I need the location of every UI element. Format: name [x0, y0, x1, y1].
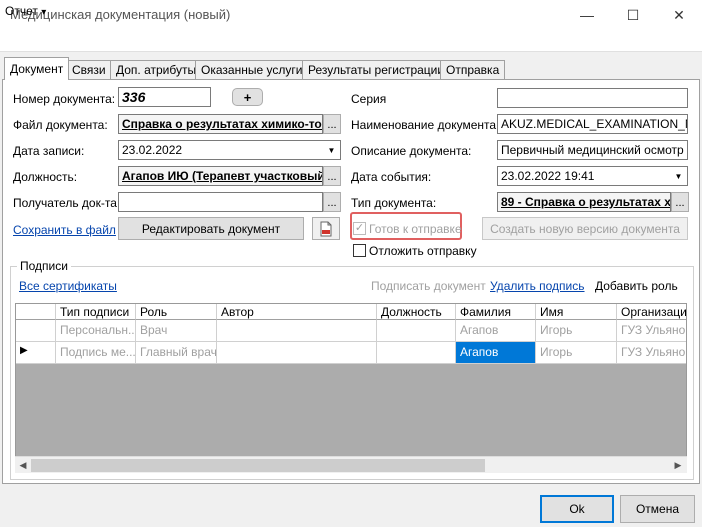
edit-document-button[interactable]: Редактировать документ [118, 217, 304, 240]
position-label: Должность: [13, 170, 78, 184]
ready-to-send-label: Готов к отправке [369, 222, 462, 236]
column-header-indicator [16, 304, 56, 320]
recipient-input[interactable] [118, 192, 323, 212]
table-cell-organization[interactable]: ГУЗ Ульянов [617, 320, 686, 342]
chevron-down-icon: ▾ [41, 7, 47, 18]
doc-type-label: Тип документа: [351, 196, 437, 210]
recipient-browse-button[interactable]: ... [323, 192, 341, 212]
doc-type-browse-button[interactable]: ... [671, 192, 689, 212]
doc-file-input[interactable]: Справка о результатах химико-ток [118, 114, 323, 134]
series-label: Серия [351, 92, 387, 106]
tab-links[interactable]: Связи [66, 60, 112, 79]
create-new-version-button[interactable]: Создать новую версию документа [482, 217, 688, 240]
row-indicator[interactable] [16, 320, 56, 342]
pdf-button[interactable] [312, 217, 340, 240]
tab-document[interactable]: Документ [4, 57, 70, 80]
doc-file-browse-button[interactable]: ... [323, 114, 341, 134]
record-date-picker[interactable]: 23.02.2022 ▼ [118, 140, 341, 160]
table-cell-first-name[interactable]: Игорь [536, 342, 617, 364]
table-cell-organization[interactable]: ГУЗ Ульянов [617, 342, 686, 364]
column-header-role[interactable]: Роль [136, 304, 217, 320]
close-button[interactable]: ✕ [656, 0, 702, 30]
tab-extra-attributes[interactable]: Доп. атрибуты [110, 60, 203, 79]
doc-name-label: Наименование документа: [351, 118, 500, 132]
doc-file-label: Файл документа: [13, 118, 108, 132]
ok-button[interactable]: Ok [540, 495, 614, 523]
all-certificates-link[interactable]: Все сертификаты [19, 279, 117, 293]
doc-number-input[interactable]: 336 [118, 87, 211, 107]
table-cell-first-name[interactable]: Игорь [536, 320, 617, 342]
doc-number-label: Номер документа: [13, 92, 116, 106]
scroll-left-icon[interactable]: ◀ [15, 457, 31, 474]
record-date-label: Дата записи: [13, 144, 85, 158]
menu-bar [0, 30, 702, 52]
scroll-right-icon[interactable]: ▶ [670, 457, 686, 474]
postpone-send-label: Отложить отправку [369, 244, 477, 258]
column-header-first-name[interactable]: Имя [536, 304, 617, 320]
chevron-down-icon[interactable]: ▼ [671, 168, 686, 184]
series-input[interactable] [497, 88, 688, 108]
table-cell-role[interactable]: Врач [136, 320, 217, 342]
table-cell-position[interactable] [377, 342, 456, 364]
table-cell-author[interactable] [217, 342, 377, 364]
table-cell-position[interactable] [377, 320, 456, 342]
scrollbar-thumb[interactable] [31, 459, 485, 472]
recipient-label: Получатель док-та [13, 196, 117, 210]
maximize-icon: ☐ [626, 6, 640, 23]
minimize-icon: — [580, 7, 594, 23]
table-cell-type[interactable]: Подпись ме... [56, 342, 136, 364]
doc-desc-label: Описание документа: [351, 144, 472, 158]
column-header-author[interactable]: Автор [217, 304, 377, 320]
postpone-send-checkbox[interactable] [353, 244, 366, 257]
sign-document-button[interactable]: Подписать документ [371, 279, 486, 293]
event-date-value: 23.02.2022 19:41 [501, 169, 595, 183]
menu-report[interactable]: Отчет ▾ [5, 4, 46, 18]
row-indicator-current[interactable]: ▶ [16, 342, 56, 364]
event-date-label: Дата события: [351, 170, 432, 184]
table-cell-type[interactable]: Персональн... [56, 320, 136, 342]
column-header-position[interactable]: Должность [377, 304, 456, 320]
table-cell-author[interactable] [217, 320, 377, 342]
cancel-button[interactable]: Отмена [620, 495, 695, 523]
column-header-last-name[interactable]: Фамилия [456, 304, 536, 320]
horizontal-scrollbar[interactable]: ◀ ▶ [15, 456, 687, 473]
pdf-document-icon [320, 221, 332, 236]
tab-sending[interactable]: Отправка [440, 60, 506, 79]
table-cell-last-name-selected[interactable]: Агапов [456, 342, 536, 364]
event-date-picker[interactable]: 23.02.2022 19:41 ▼ [497, 166, 688, 186]
minimize-button[interactable]: — [564, 0, 610, 30]
signatures-group-title: Подписи [17, 259, 71, 273]
menu-report-label: Отчет [5, 4, 38, 18]
column-header-organization[interactable]: Организация [617, 304, 686, 320]
delete-signature-link[interactable]: Удалить подпись [490, 279, 585, 293]
close-icon: ✕ [673, 6, 685, 23]
table-cell-role[interactable]: Главный врач [136, 342, 217, 364]
chevron-down-icon[interactable]: ▼ [324, 142, 339, 158]
doc-name-input[interactable]: AKUZ.MEDICAL_EXAMINATION_MAI [497, 114, 688, 134]
signatures-table: Тип подписи Роль Автор Должность Фамилия… [15, 303, 687, 473]
add-button[interactable]: + [232, 88, 263, 106]
record-date-value: 23.02.2022 [122, 143, 183, 157]
tab-registration-results[interactable]: Результаты регистрации [302, 60, 451, 79]
position-input[interactable]: Агапов ИЮ (Терапевт участковый) [118, 166, 323, 186]
tab-services[interactable]: Оказанные услуги [195, 60, 309, 79]
save-to-file-link[interactable]: Сохранить в файл [13, 223, 116, 237]
position-browse-button[interactable]: ... [323, 166, 341, 186]
table-cell-last-name[interactable]: Агапов [456, 320, 536, 342]
doc-desc-input[interactable]: Первичный медицинский осмотр [497, 140, 688, 160]
doc-type-input[interactable]: 89 - Справка о результатах х [497, 192, 671, 212]
maximize-button[interactable]: ☐ [610, 0, 656, 30]
ready-to-send-checkbox[interactable]: ✓ [353, 222, 366, 235]
add-role-button[interactable]: Добавить роль [595, 279, 678, 293]
column-header-signature-type[interactable]: Тип подписи [56, 304, 136, 320]
